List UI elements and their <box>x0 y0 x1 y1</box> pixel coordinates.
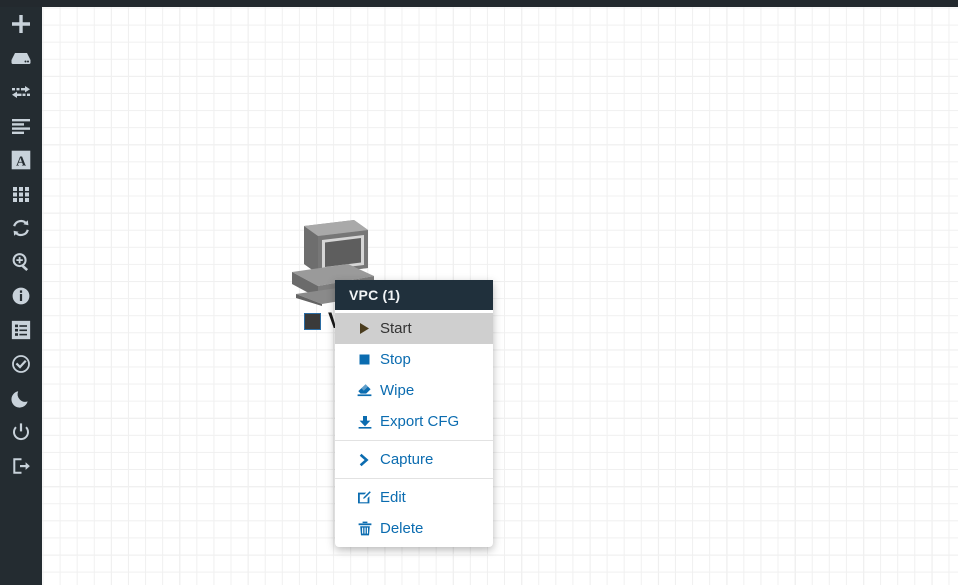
context-menu-group-capture: Capture <box>335 441 493 478</box>
chevron-right-icon <box>357 452 372 467</box>
menu-item-delete[interactable]: Delete <box>335 513 493 544</box>
pencil-square-icon <box>357 490 372 505</box>
eraser-icon <box>357 383 372 398</box>
dark-mode-button[interactable] <box>0 381 42 415</box>
check-circle-icon <box>10 353 32 375</box>
sync-icon <box>10 217 32 239</box>
info-button[interactable] <box>0 279 42 313</box>
menu-item-stop[interactable]: Stop <box>335 344 493 375</box>
grid-icon <box>10 183 32 205</box>
stop-icon <box>357 352 372 367</box>
refresh-button[interactable] <box>0 211 42 245</box>
sign-out-icon <box>10 455 32 477</box>
align-button[interactable] <box>0 109 42 143</box>
topology-canvas[interactable]: VPC <box>42 7 958 585</box>
play-icon <box>357 321 372 336</box>
list-button[interactable] <box>0 313 42 347</box>
menu-item-edit[interactable]: Edit <box>335 482 493 513</box>
link-nodes-button[interactable] <box>0 75 42 109</box>
menu-item-export-cfg[interactable]: Export CFG <box>335 406 493 437</box>
menu-item-capture[interactable]: Capture <box>335 444 493 475</box>
add-text-button[interactable]: A <box>0 143 42 177</box>
top-bar <box>0 0 958 7</box>
lab-topology-editor: A VPC (1) Start Stop Wipe Export CFG Cap… <box>0 0 958 585</box>
menu-item-start[interactable]: Start <box>335 313 493 344</box>
info-circle-icon <box>10 285 32 307</box>
download-icon <box>357 414 372 429</box>
search-plus-icon <box>10 251 32 273</box>
context-menu-title: VPC (1) <box>335 280 493 310</box>
power-button[interactable] <box>0 415 42 449</box>
menu-item-wipe[interactable]: Wipe <box>335 375 493 406</box>
menu-item-label: Export CFG <box>380 413 460 430</box>
zoom-button[interactable] <box>0 245 42 279</box>
add-network-button[interactable] <box>0 41 42 75</box>
trash-icon <box>357 521 372 536</box>
logout-button[interactable] <box>0 449 42 483</box>
grid-toggle-button[interactable] <box>0 177 42 211</box>
list-table-icon <box>10 319 32 341</box>
menu-item-label: Start <box>380 320 412 337</box>
add-node-button[interactable] <box>0 7 42 41</box>
svg-text:A: A <box>16 155 27 170</box>
exchange-arrows-icon <box>10 81 32 103</box>
text-box-icon: A <box>10 149 32 171</box>
menu-item-label: Edit <box>380 489 406 506</box>
node-context-menu: VPC (1) Start Stop Wipe Export CFG Captu… <box>335 280 493 547</box>
power-icon <box>10 421 32 443</box>
context-menu-group-manage: Edit Delete <box>335 479 493 547</box>
moon-icon <box>10 387 32 409</box>
plus-icon <box>10 13 32 35</box>
node-status-indicator <box>304 312 321 330</box>
left-toolbar: A <box>0 0 42 585</box>
menu-item-label: Wipe <box>380 382 415 399</box>
menu-item-label: Stop <box>380 351 411 368</box>
menu-item-label: Delete <box>380 520 424 537</box>
context-menu-group-power: Start Stop Wipe Export CFG <box>335 310 493 440</box>
server-icon <box>10 47 32 69</box>
status-button[interactable] <box>0 347 42 381</box>
menu-item-label: Capture <box>380 451 434 468</box>
align-left-icon <box>10 115 32 137</box>
